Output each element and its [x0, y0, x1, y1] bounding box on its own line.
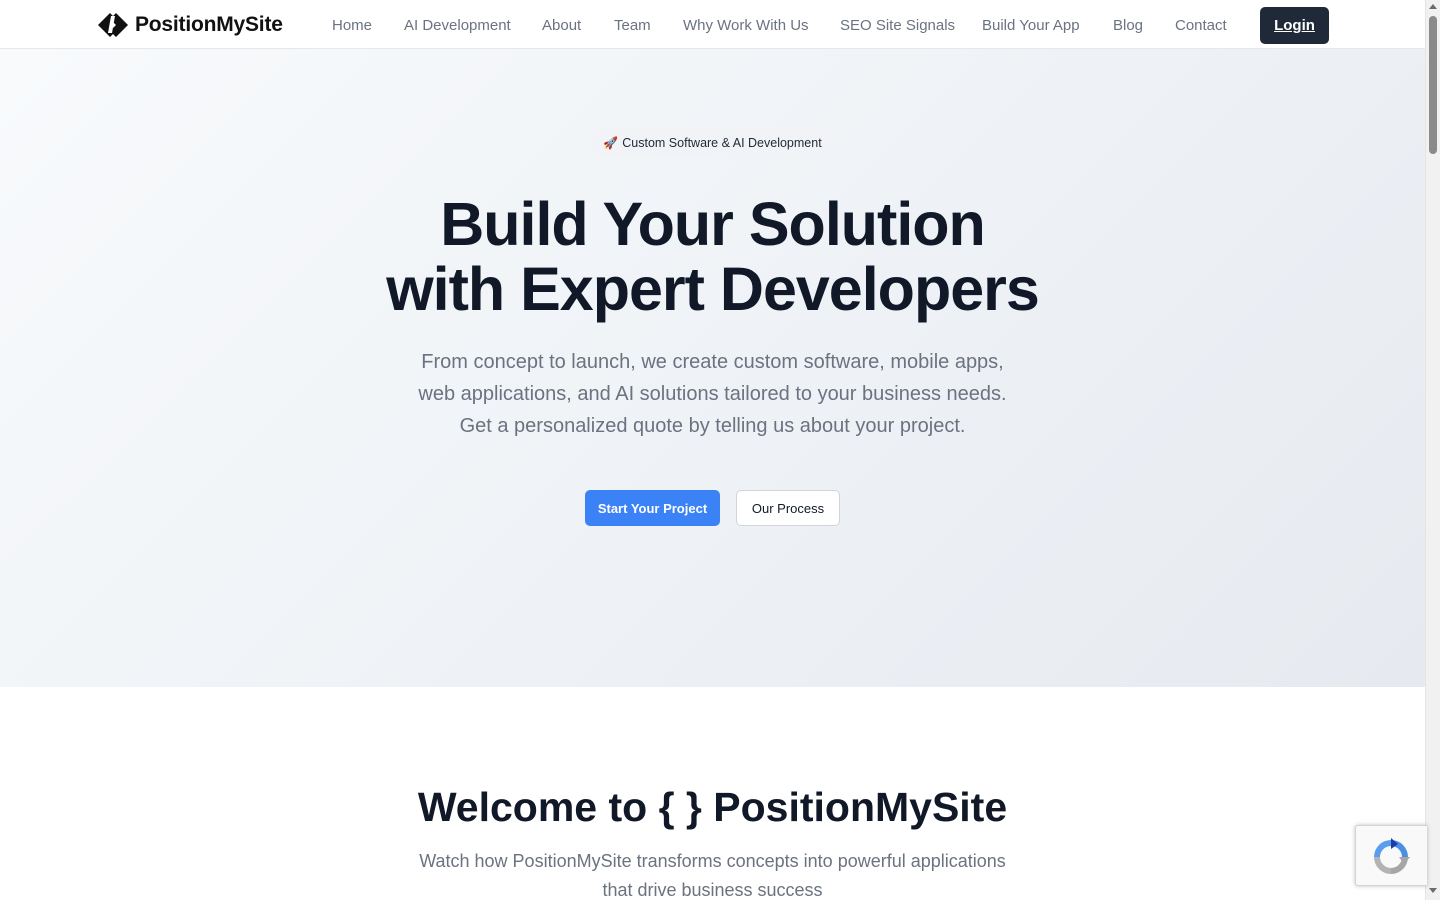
site-logo[interactable]: PositionMySite — [98, 11, 283, 39]
hero-section: 🚀 Custom Software & AI Development Build… — [0, 49, 1425, 687]
nav-link-about[interactable]: About — [542, 16, 581, 35]
nav-link-ai-development[interactable]: AI Development — [404, 16, 511, 35]
hero-badge-text: Custom Software & AI Development — [622, 135, 822, 150]
scrollbar-thumb[interactable] — [1429, 16, 1437, 154]
nav-link-home[interactable]: Home — [332, 16, 372, 35]
hero-title-line-2: with Expert Developers — [386, 255, 1040, 323]
page: PositionMySite Home AI Development About… — [0, 0, 1425, 900]
top-navigation: PositionMySite Home AI Development About… — [0, 0, 1425, 49]
nav-link-build-your-app[interactable]: Build Your App — [982, 16, 1080, 35]
logo-code-brackets-icon — [98, 11, 128, 39]
nav-link-blog[interactable]: Blog — [1113, 16, 1143, 35]
start-your-project-button[interactable]: Start Your Project — [585, 490, 720, 526]
scroll-down-arrow-icon[interactable] — [1429, 888, 1437, 893]
nav-link-why-work-with-us[interactable]: Why Work With Us — [683, 16, 809, 35]
recaptcha-badge[interactable] — [1355, 825, 1427, 886]
welcome-subtitle-line-2: that drive business success — [602, 880, 823, 900]
scroll-up-arrow-icon[interactable] — [1429, 4, 1437, 9]
login-button[interactable]: Login — [1260, 7, 1329, 44]
vertical-scrollbar[interactable] — [1425, 0, 1440, 900]
hero-subtitle-line-3: Get a personalized quote by telling us a… — [459, 415, 966, 437]
hero-title-line-1: Build Your Solution — [440, 190, 986, 258]
rocket-icon: 🚀 — [603, 135, 619, 150]
nav-link-seo-site-signals[interactable]: SEO Site Signals — [840, 16, 955, 35]
hero-subtitle-line-2: web applications, and AI solutions tailo… — [418, 383, 1007, 405]
welcome-subtitle-line-1: Watch how PositionMySite transforms conc… — [419, 851, 1006, 871]
logo-text: PositionMySite — [135, 13, 283, 36]
hero-badge: 🚀 Custom Software & AI Development — [590, 127, 835, 158]
hero-subtitle-line-1: From concept to launch, we create custom… — [421, 351, 1004, 373]
nav-link-team[interactable]: Team — [614, 16, 651, 35]
nav-link-contact[interactable]: Contact — [1175, 16, 1227, 35]
our-process-button[interactable]: Our Process — [736, 490, 840, 526]
welcome-title: Welcome to { } PositionMySite — [417, 784, 1008, 830]
